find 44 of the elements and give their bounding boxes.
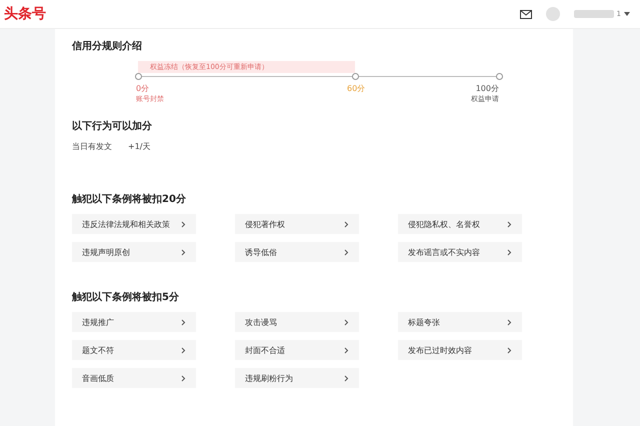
rule-item[interactable]: 发布谣言或不实内容 [398, 242, 522, 262]
blurred-username [574, 10, 614, 18]
bonus-value: +1/天 [128, 141, 150, 152]
chevron-icon [507, 220, 512, 228]
chevron-icon [507, 346, 512, 354]
rule-item[interactable]: 侵犯著作权 [235, 214, 359, 234]
rule-item[interactable]: 违规推广 [72, 312, 196, 332]
rule-item[interactable]: 违反法律法规和相关政策 [72, 214, 196, 234]
chevron-icon [344, 374, 349, 382]
chevron-icon [344, 248, 349, 256]
section-title: 以下行为可以加分 [72, 120, 153, 133]
rule-item[interactable]: 攻击谩骂 [235, 312, 359, 332]
chevron-icon [507, 318, 512, 326]
chevron-icon [344, 318, 349, 326]
rule-item[interactable]: 侵犯隐私权、名誉权 [398, 214, 522, 234]
chevron-icon [181, 220, 186, 228]
section-title: 信用分规则介绍 [72, 40, 143, 53]
chevron-icon [507, 248, 512, 256]
chevron-icon [181, 346, 186, 354]
rule-item[interactable]: 发布已过时效内容 [398, 340, 522, 360]
chevron-icon [181, 318, 186, 326]
mail-icon[interactable] [520, 10, 532, 18]
rule-item[interactable]: 题文不符 [72, 340, 196, 360]
timeline-node [496, 73, 503, 80]
rule-item[interactable]: 音画低质 [72, 368, 196, 388]
rule-item[interactable]: 违规声明原创 [72, 242, 196, 262]
timeline-node [352, 73, 359, 80]
rule-item[interactable]: 标题夸张 [398, 312, 522, 332]
chevron-icon [181, 248, 186, 256]
section-title: 触犯以下条例将被扣20分 [72, 192, 187, 206]
timeline-node [135, 73, 142, 80]
score-label: 100分 [474, 83, 499, 94]
score-label: 60分 [347, 83, 366, 94]
logo[interactable]: 头条号 [4, 5, 46, 23]
chevron-icon [344, 346, 349, 354]
section-title: 触犯以下条例将被扣5分 [72, 290, 180, 304]
rule-item[interactable]: 封面不合适 [235, 340, 359, 360]
rule-item[interactable]: 诱导低俗 [235, 242, 359, 262]
bonus-label: 当日有发文 [72, 141, 112, 152]
caret-icon[interactable] [624, 12, 630, 16]
score-label: 0分 [136, 83, 150, 94]
chevron-icon [181, 374, 186, 382]
rule-item[interactable]: 违规刷粉行为 [235, 368, 359, 388]
chevron-icon [344, 220, 349, 228]
